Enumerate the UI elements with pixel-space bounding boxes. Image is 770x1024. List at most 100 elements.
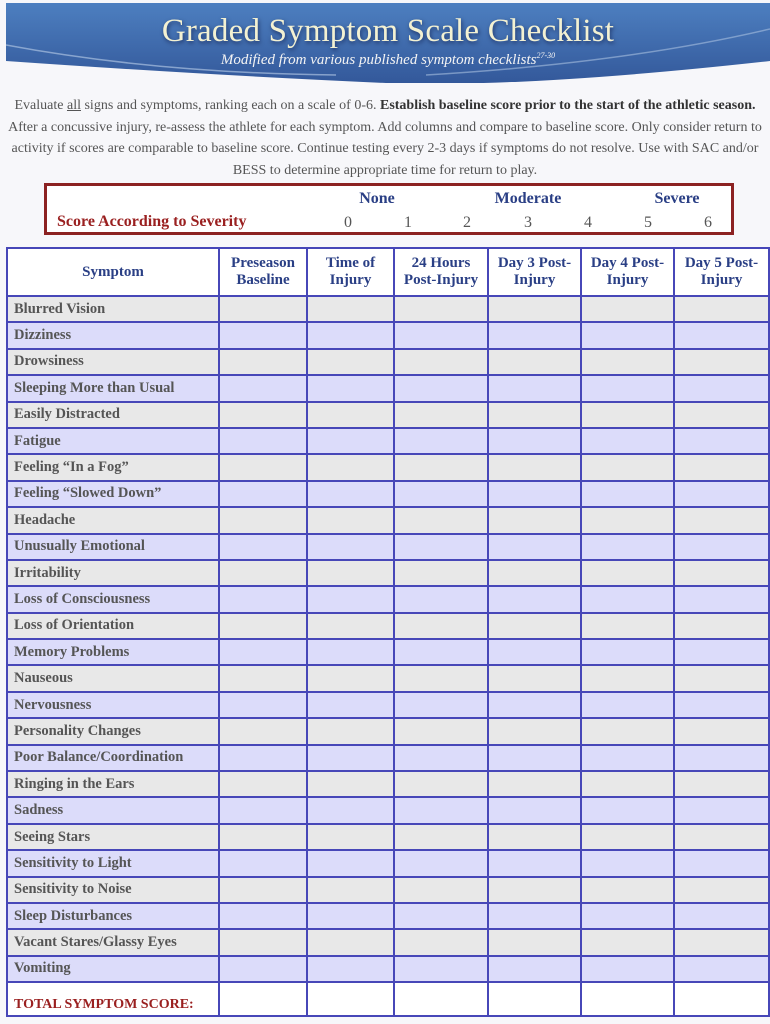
score-cell[interactable] [487, 928, 582, 957]
score-cell[interactable] [218, 453, 308, 482]
score-cell[interactable] [673, 664, 770, 693]
score-cell[interactable] [673, 690, 770, 720]
score-cell[interactable] [306, 638, 395, 667]
score-cell[interactable] [487, 400, 582, 429]
score-cell[interactable] [580, 479, 675, 509]
score-cell[interactable] [393, 928, 489, 957]
total-score-cell[interactable] [306, 981, 395, 1018]
score-cell[interactable] [393, 849, 489, 878]
score-cell[interactable] [580, 347, 675, 377]
score-cell[interactable] [218, 532, 308, 561]
score-cell[interactable] [673, 743, 770, 773]
score-cell[interactable] [393, 638, 489, 667]
score-cell[interactable] [393, 690, 489, 720]
score-cell[interactable] [673, 928, 770, 957]
score-cell[interactable] [487, 585, 582, 614]
score-cell[interactable] [487, 558, 582, 588]
score-cell[interactable] [306, 875, 395, 904]
score-cell[interactable] [218, 796, 308, 825]
score-cell[interactable] [673, 294, 770, 324]
score-cell[interactable] [306, 928, 395, 957]
score-cell[interactable] [393, 796, 489, 825]
score-cell[interactable] [487, 743, 582, 773]
score-cell[interactable] [306, 585, 395, 614]
score-cell[interactable] [487, 453, 582, 482]
score-cell[interactable] [306, 532, 395, 561]
score-cell[interactable] [393, 664, 489, 693]
score-cell[interactable] [393, 901, 489, 931]
score-cell[interactable] [393, 954, 489, 984]
score-cell[interactable] [673, 374, 770, 403]
score-cell[interactable] [673, 400, 770, 429]
score-cell[interactable] [393, 374, 489, 403]
score-cell[interactable] [218, 664, 308, 693]
score-cell[interactable] [580, 321, 675, 350]
score-cell[interactable] [673, 585, 770, 614]
score-cell[interactable] [673, 954, 770, 984]
score-cell[interactable] [218, 849, 308, 878]
total-score-cell[interactable] [393, 981, 489, 1018]
score-cell[interactable] [393, 875, 489, 904]
score-cell[interactable] [218, 901, 308, 931]
score-cell[interactable] [306, 506, 395, 535]
score-cell[interactable] [218, 400, 308, 429]
score-cell[interactable] [306, 901, 395, 931]
score-cell[interactable] [393, 611, 489, 641]
score-cell[interactable] [580, 638, 675, 667]
score-cell[interactable] [487, 875, 582, 904]
score-cell[interactable] [580, 690, 675, 720]
score-cell[interactable] [218, 743, 308, 773]
score-cell[interactable] [306, 426, 395, 456]
score-cell[interactable] [673, 717, 770, 746]
score-cell[interactable] [306, 558, 395, 588]
score-cell[interactable] [218, 479, 308, 509]
score-cell[interactable] [673, 849, 770, 878]
score-cell[interactable] [306, 743, 395, 773]
score-cell[interactable] [580, 426, 675, 456]
score-cell[interactable] [306, 321, 395, 350]
score-cell[interactable] [673, 506, 770, 535]
score-cell[interactable] [673, 901, 770, 931]
score-cell[interactable] [487, 611, 582, 641]
score-cell[interactable] [218, 638, 308, 667]
score-cell[interactable] [673, 638, 770, 667]
score-cell[interactable] [487, 532, 582, 561]
score-cell[interactable] [393, 585, 489, 614]
score-cell[interactable] [580, 532, 675, 561]
score-cell[interactable] [306, 374, 395, 403]
score-cell[interactable] [218, 347, 308, 377]
score-cell[interactable] [487, 347, 582, 377]
score-cell[interactable] [218, 875, 308, 904]
score-cell[interactable] [487, 664, 582, 693]
score-cell[interactable] [487, 294, 582, 324]
score-cell[interactable] [218, 374, 308, 403]
score-cell[interactable] [218, 822, 308, 852]
score-cell[interactable] [580, 585, 675, 614]
total-score-cell[interactable] [487, 981, 582, 1018]
score-cell[interactable] [673, 822, 770, 852]
score-cell[interactable] [673, 558, 770, 588]
score-cell[interactable] [218, 558, 308, 588]
score-cell[interactable] [393, 400, 489, 429]
score-cell[interactable] [580, 901, 675, 931]
score-cell[interactable] [218, 321, 308, 350]
score-cell[interactable] [218, 770, 308, 799]
score-cell[interactable] [673, 770, 770, 799]
score-cell[interactable] [393, 294, 489, 324]
score-cell[interactable] [580, 664, 675, 693]
score-cell[interactable] [487, 506, 582, 535]
score-cell[interactable] [580, 611, 675, 641]
score-cell[interactable] [393, 717, 489, 746]
score-cell[interactable] [487, 374, 582, 403]
score-cell[interactable] [673, 796, 770, 825]
score-cell[interactable] [393, 532, 489, 561]
score-cell[interactable] [393, 822, 489, 852]
score-cell[interactable] [673, 611, 770, 641]
score-cell[interactable] [673, 875, 770, 904]
score-cell[interactable] [487, 822, 582, 852]
score-cell[interactable] [306, 690, 395, 720]
score-cell[interactable] [580, 743, 675, 773]
score-cell[interactable] [487, 770, 582, 799]
score-cell[interactable] [306, 796, 395, 825]
score-cell[interactable] [306, 717, 395, 746]
